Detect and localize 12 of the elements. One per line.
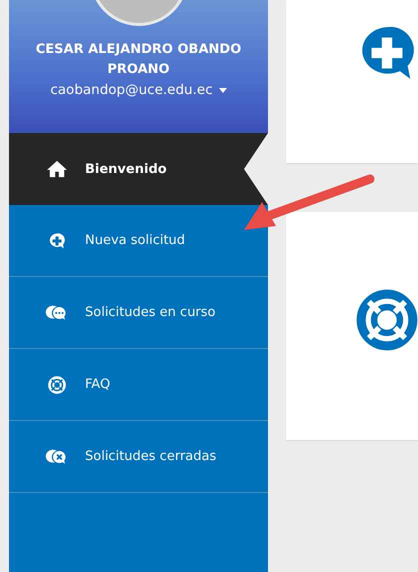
chat-bubbles-icon [45, 304, 69, 322]
user-name: CESAR ALEJANDRO OBANDO PROANO [34, 41, 242, 79]
home-icon [46, 160, 68, 178]
user-email-dropdown[interactable]: caobandop@uce.edu.ec [50, 82, 227, 98]
chat-plus-icon [48, 232, 66, 250]
chat-close-icon [45, 448, 69, 466]
caret-icon [218, 88, 227, 92]
menu-item[interactable]: Bienvenido [9, 133, 268, 205]
card[interactable] [286, 212, 418, 440]
lifebuoy-icon [48, 376, 66, 394]
card[interactable] [286, 0, 418, 163]
lifebuoy-icon [356, 289, 418, 351]
